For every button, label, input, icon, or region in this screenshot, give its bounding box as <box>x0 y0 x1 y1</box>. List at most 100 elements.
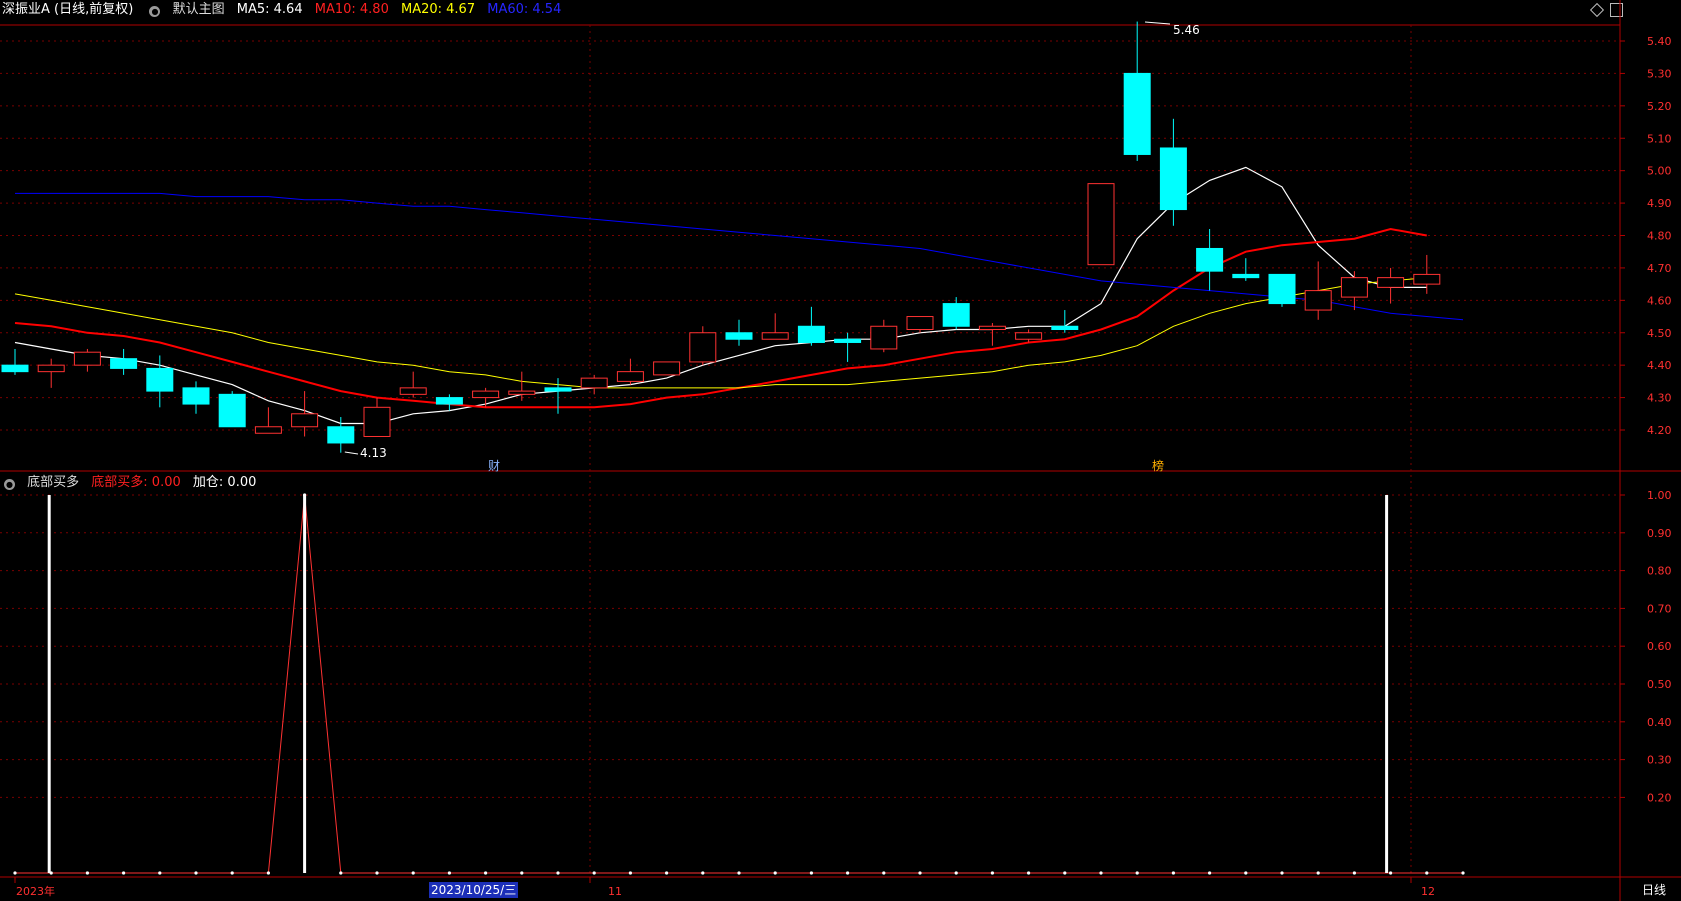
candle <box>580 374 608 395</box>
candle-body <box>1087 183 1115 266</box>
candle <box>906 316 934 333</box>
candle <box>978 323 1006 346</box>
bottom-buy-point <box>1244 871 1248 875</box>
financial-report-icon[interactable]: 财 <box>488 459 500 473</box>
candle-body <box>435 397 463 405</box>
indicator-tick-label: 0.20 <box>1647 791 1672 804</box>
candle-body <box>1340 277 1368 298</box>
bottom-buy-point <box>592 871 596 875</box>
candle-body <box>1015 332 1043 340</box>
candle <box>1051 310 1079 333</box>
bottom-buy-point <box>737 871 741 875</box>
indicator-tick-label: 0.60 <box>1647 640 1672 653</box>
bottom-buy-point <box>1063 871 1067 875</box>
bottom-buy-point <box>882 871 886 875</box>
bottom-buy-point <box>1352 871 1356 875</box>
main-tick-label: 5.10 <box>1647 132 1672 145</box>
bottom-buy-point <box>1389 871 1393 875</box>
bottom-buy-point <box>809 871 814 875</box>
main-tick-label: 4.40 <box>1647 359 1672 372</box>
bottom-buy-point <box>1425 871 1429 875</box>
candle <box>1413 254 1441 294</box>
candle-body <box>399 387 427 395</box>
candle <box>616 358 644 385</box>
candle-body <box>1051 325 1079 331</box>
candle-body <box>653 361 681 376</box>
bottom-buy-point <box>918 871 922 875</box>
main-tick-label: 4.70 <box>1647 262 1672 275</box>
candle <box>653 361 681 376</box>
candle-body <box>1159 147 1187 211</box>
candle-body <box>1 364 29 373</box>
candle <box>182 381 210 414</box>
candle-body <box>218 393 246 428</box>
dragon-tiger-list-icon[interactable]: 榜 <box>1152 458 1164 473</box>
candle <box>1087 183 1115 266</box>
candle-body <box>1232 273 1260 279</box>
bottom-buy-point <box>701 871 705 875</box>
candle <box>37 358 65 388</box>
candle-body <box>1123 72 1151 155</box>
ma-line-ma60 <box>15 192 1464 321</box>
bottom-buy-point <box>230 871 234 875</box>
bottom-buy-point <box>194 871 198 875</box>
candle <box>942 297 970 330</box>
indicator-tick-label: 0.70 <box>1647 602 1672 615</box>
bottom-buy-point <box>447 871 451 875</box>
bottom-buy-point <box>266 871 270 875</box>
candle-body <box>689 332 717 363</box>
candle-body <box>472 390 500 399</box>
candle <box>1 348 29 375</box>
candle <box>761 313 789 340</box>
bottom-buy-point <box>665 871 669 875</box>
kline-chart[interactable]: 5.40 5.30 5.20 5.10 5.00 4.90 4.80 4.70 4.60 4.50… <box>0 0 1681 901</box>
candle-body <box>1304 290 1332 311</box>
candle-body <box>797 325 825 343</box>
candle-body <box>73 351 101 366</box>
candle-body <box>870 325 898 350</box>
x-label-dec: 12 <box>1421 885 1435 898</box>
bottom-buy-point <box>158 871 162 875</box>
bottom-buy-point <box>411 871 415 875</box>
candle-body <box>725 332 753 340</box>
candle <box>327 417 355 453</box>
candle-body <box>508 390 536 395</box>
bottom-buy-point <box>1099 871 1103 875</box>
main-tick-label: 4.80 <box>1647 230 1672 243</box>
bottom-buy-point <box>1316 871 1320 875</box>
bottom-buy-point <box>846 871 850 875</box>
candle-body <box>1268 273 1296 305</box>
main-tick-label: 5.30 <box>1647 67 1672 80</box>
indicator-tick-label: 0.50 <box>1647 678 1672 691</box>
candle-body <box>834 338 862 343</box>
indicator-tick-label: 1.00 <box>1647 489 1672 502</box>
indicator-tick-label: 0.30 <box>1647 754 1672 767</box>
candle <box>725 319 753 346</box>
bottom-buy-point <box>556 871 560 875</box>
candle-body <box>580 377 608 389</box>
x-label-nov: 11 <box>608 885 622 898</box>
candle-body <box>1196 247 1224 272</box>
candle-body <box>761 332 789 340</box>
bottom-buy-point <box>990 871 995 875</box>
high-marker-label: 5.46 <box>1173 23 1200 37</box>
candle-body <box>110 358 138 369</box>
candle-body <box>544 387 572 392</box>
bottom-buy-point <box>375 871 379 875</box>
candle <box>435 394 463 411</box>
bottom-buy-point <box>1135 871 1139 875</box>
bottom-buy-point <box>13 871 17 875</box>
candle <box>1232 258 1260 281</box>
candle <box>1268 273 1296 307</box>
candle-body <box>1413 273 1441 285</box>
period-button[interactable]: 日线 <box>1642 882 1666 898</box>
main-tick-label: 4.90 <box>1647 197 1672 210</box>
candle-body <box>942 303 970 327</box>
bottom-buy-point <box>85 871 89 875</box>
candle-body <box>182 387 210 405</box>
bottom-buy-point <box>1027 871 1031 875</box>
candle-body <box>291 413 319 428</box>
main-tick-label: 5.00 <box>1647 165 1672 178</box>
candle <box>1123 21 1151 161</box>
candle-body <box>906 316 934 331</box>
